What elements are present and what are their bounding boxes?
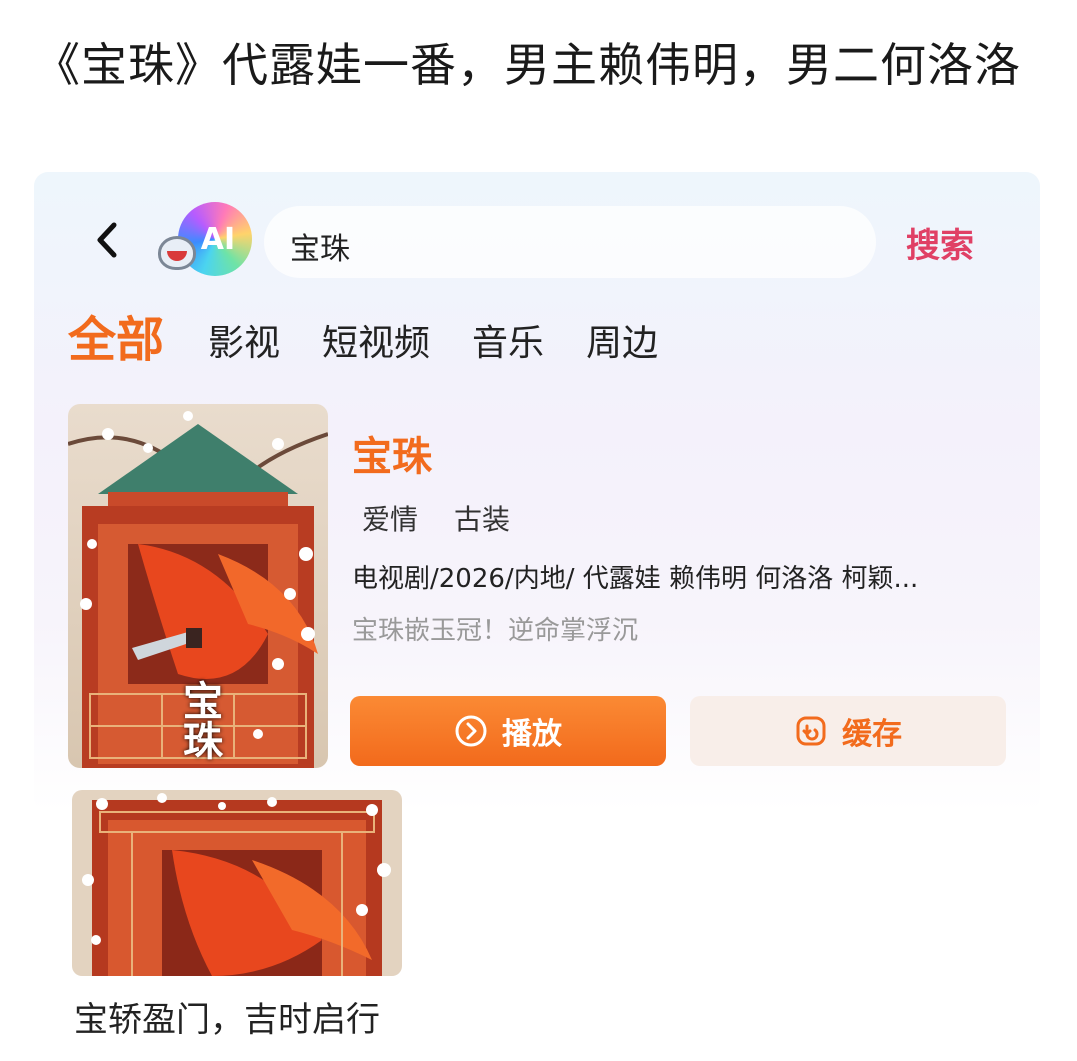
chevron-left-icon xyxy=(97,222,117,258)
play-label: 播放 xyxy=(502,717,562,752)
image-caption: 宝轿盈门，吉时启行 xyxy=(74,1000,380,1040)
result-meta: 电视剧/2026/内地/ 代露娃 赖伟明 何洛洛 柯颖... xyxy=(352,564,919,594)
result-tagline: 宝珠嵌玉冠！逆命掌浮沉 xyxy=(352,616,639,646)
category-tabs: 全部 影视 短视频 音乐 周边 xyxy=(68,308,700,372)
genre-tag: 古装 xyxy=(454,503,511,536)
play-circle-icon xyxy=(454,714,488,748)
search-query: 宝珠 xyxy=(290,232,350,267)
ai-logo-text: AI xyxy=(200,221,236,257)
cache-label: 缓存 xyxy=(842,717,902,752)
post-title: 《宝珠》代露娃一番，男主赖伟明，男二何洛洛 xyxy=(34,38,1021,92)
tab-all[interactable]: 全部 xyxy=(68,308,164,372)
genre-tags: 爱情 古装 xyxy=(362,498,546,538)
genre-tag: 爱情 xyxy=(362,503,419,536)
tab-merch[interactable]: 周边 xyxy=(586,316,658,372)
back-button[interactable] xyxy=(90,220,124,260)
cache-button[interactable]: 缓存 xyxy=(690,696,1006,766)
sedan-still-image xyxy=(72,790,402,976)
search-button[interactable]: 搜索 xyxy=(906,218,974,267)
search-input[interactable]: 宝珠 xyxy=(264,206,876,278)
mascot-icon xyxy=(158,236,196,270)
tab-short-video[interactable]: 短视频 xyxy=(322,316,430,372)
tab-music[interactable]: 音乐 xyxy=(472,316,544,372)
poster-title-text: 宝珠 xyxy=(176,680,222,760)
still-image xyxy=(72,790,402,976)
drama-poster[interactable]: 宝珠 xyxy=(68,404,328,768)
search-result-screenshot: AI 宝珠 搜索 全部 影视 短视频 音乐 周边 宝珠 宝珠 爱情 古装 电视剧… xyxy=(34,172,1040,812)
tab-film-tv[interactable]: 影视 xyxy=(208,316,280,372)
play-button[interactable]: 播放 xyxy=(350,696,666,766)
download-cache-icon xyxy=(794,714,828,748)
ai-assistant-logo[interactable]: AI xyxy=(158,202,252,282)
result-title[interactable]: 宝珠 xyxy=(352,424,432,482)
